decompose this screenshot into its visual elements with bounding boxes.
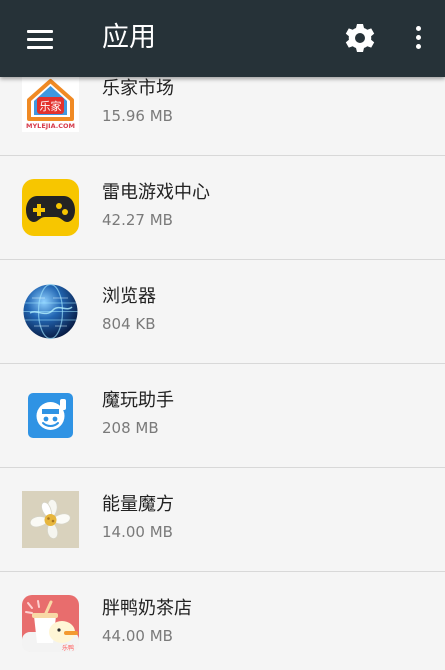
app-list: 乐家 MYLEJIA.COM 乐家市场 15.96 MB 雷电游戏中心 42.2… [0,52,445,670]
app-row-mowan-assistant[interactable]: 魔玩助手 208 MB [0,364,445,468]
app-size: 804 KB [102,315,156,333]
hamburger-menu-icon-bottom [27,46,53,49]
more-vert-icon [416,26,421,31]
gear-icon [345,24,375,52]
app-size: 42.27 MB [102,211,173,229]
app-name: 能量魔方 [102,494,174,515]
more-vert-icon-bottom [416,44,421,49]
mowan-assistant-icon [22,387,79,444]
lejia-icon-text: 乐家 [40,99,62,113]
settings-button[interactable] [344,22,376,54]
more-options-button[interactable] [404,22,432,54]
app-name: 魔玩助手 [102,390,174,411]
app-size: 14.00 MB [102,523,173,541]
apps-screen: 乐家 MYLEJIA.COM 乐家市场 15.96 MB 雷电游戏中心 42.2… [0,0,445,670]
lejia-icon-caption: MYLEJIA.COM [26,122,75,130]
app-row-energy-cube[interactable]: 能量魔方 14.00 MB [0,468,445,572]
gamepad-icon [22,179,79,236]
app-name: 胖鸭奶茶店 [102,598,192,619]
lejia-market-icon: 乐家 MYLEJIA.COM [22,75,79,132]
white-flower-icon [22,491,79,548]
app-row-leidian-game-center[interactable]: 雷电游戏中心 42.27 MB [0,156,445,260]
duck-milk-tea-icon: 乐鸭 [22,595,79,652]
app-size: 44.00 MB [102,627,173,645]
hamburger-menu-icon [27,30,53,33]
duck-icon-text: 乐鸭 [62,644,74,652]
globe-icon [22,283,79,340]
app-size: 15.96 MB [102,107,173,125]
app-row-duck-milk-tea[interactable]: 乐鸭 胖鸭奶茶店 44.00 MB [0,572,445,670]
page-title: 应用 [102,22,156,53]
app-toolbar: 应用 [0,0,445,77]
more-vert-icon-middle [416,35,421,40]
app-size: 208 MB [102,419,159,437]
app-row-browser[interactable]: 浏览器 804 KB [0,260,445,364]
app-name: 雷电游戏中心 [102,182,210,203]
menu-button[interactable] [20,20,60,60]
app-name: 乐家市场 [102,78,174,99]
hamburger-menu-icon-middle [27,38,53,41]
app-name: 浏览器 [102,286,156,307]
